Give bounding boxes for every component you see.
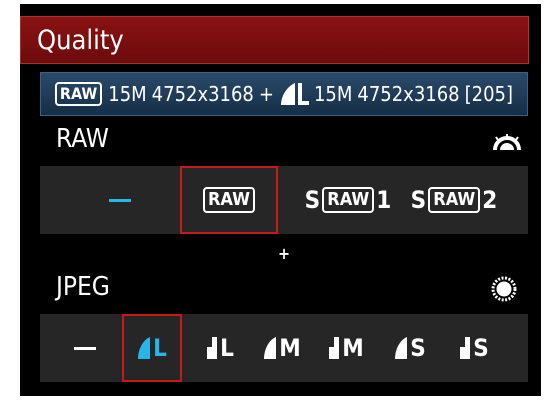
raw-megapixels: 15M (108, 82, 147, 106)
jpeg-option-off[interactable] (60, 314, 110, 382)
raw-option-off[interactable] (90, 166, 150, 234)
raw-option-raw-label: RAW (202, 187, 256, 213)
jpeg-option-normal-small[interactable]: S (446, 314, 502, 382)
raw-jpeg-plus: + (278, 244, 291, 263)
sraw1-badge: RAW (322, 187, 375, 213)
raw-option-raw[interactable]: RAW (180, 166, 278, 234)
jpeg-size-label: M (279, 334, 301, 362)
sraw2-badge: RAW (428, 187, 481, 213)
quick-control-dial-icon (491, 276, 517, 302)
sraw2-suffix: 2 (482, 186, 498, 214)
raw-off-dash (109, 198, 131, 202)
raw-badge: RAW (54, 82, 103, 106)
jpeg-section-label: JPEG (56, 272, 110, 302)
jpeg-size-label: S (473, 334, 489, 362)
fine-quality-icon (280, 83, 295, 105)
jpeg-size-label: L (153, 334, 167, 362)
raw-option-sraw2[interactable]: S RAW 2 (402, 166, 506, 234)
jpeg-size-label: S (410, 334, 426, 362)
jpeg-option-fine-large[interactable]: L (122, 314, 182, 382)
jpeg-option-normal-large[interactable]: L (192, 314, 248, 382)
jpeg-off-dash (74, 346, 96, 350)
raw-dimensions: 4752x3168 (151, 82, 254, 106)
jpeg-option-fine-small[interactable]: S (382, 314, 438, 382)
fine-quality-icon (138, 337, 151, 359)
summary-plus: + (258, 82, 274, 106)
jpeg-options-row: L L M M S S (40, 314, 528, 382)
jpeg-size-label: L (220, 334, 234, 362)
normal-quality-icon (207, 337, 218, 359)
jpeg-megapixels: 15M (313, 82, 353, 106)
page-title: Quality (37, 25, 124, 56)
large-size-icon (297, 83, 309, 105)
normal-quality-icon (460, 337, 471, 359)
raw-options-row: RAW S RAW 1 S RAW 2 (40, 166, 528, 234)
jpeg-option-fine-medium[interactable]: M (254, 314, 310, 382)
sraw1-suffix: 1 (376, 186, 392, 214)
fine-quality-icon (395, 337, 408, 359)
raw-section-label: RAW (56, 124, 109, 154)
title-bar: Quality (20, 16, 529, 64)
quality-summary-bar: RAW 15M 4752x3168 + 15M 4752x3168 [205] (40, 72, 528, 116)
sraw2-prefix: S (410, 186, 427, 214)
main-dial-icon (493, 134, 521, 151)
raw-option-sraw1[interactable]: S RAW 1 (298, 166, 398, 234)
jpeg-size-label: M (342, 334, 364, 362)
shots-remaining: [205] (464, 82, 513, 106)
normal-quality-icon (329, 337, 340, 359)
sraw1-prefix: S (304, 186, 321, 214)
fine-quality-icon (264, 337, 277, 359)
jpeg-dimensions: 4752x3168 (357, 82, 460, 106)
jpeg-option-normal-medium[interactable]: M (318, 314, 374, 382)
